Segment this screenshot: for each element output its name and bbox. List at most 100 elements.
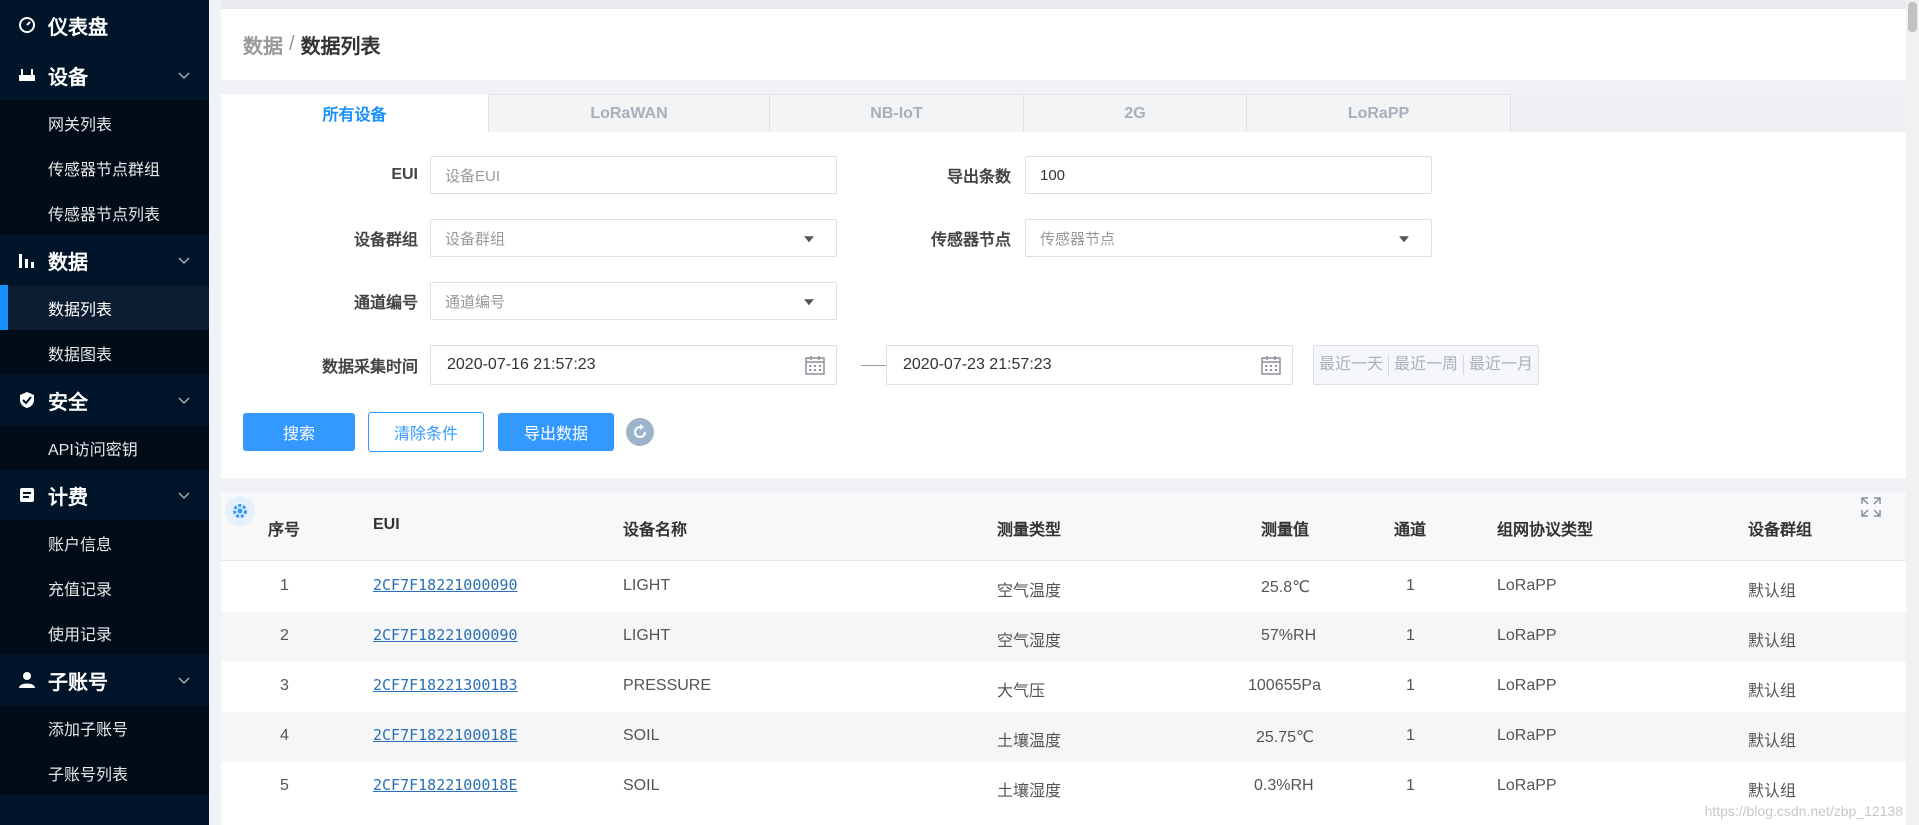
sidebar-group-billing[interactable]: 计费 [0, 470, 209, 520]
column-settings-button[interactable] [225, 496, 255, 526]
sidebar-item-sensor-list[interactable]: 传感器节点列表 [0, 190, 209, 235]
sensor-node-select[interactable]: 传感器节点 [1025, 219, 1432, 257]
cell-device-group: 默认组 [1748, 633, 1797, 650]
sidebar-item-subaccount-list[interactable]: 子账号列表 [0, 750, 209, 795]
page-scrollbar[interactable] [1906, 0, 1919, 825]
sidebar-item-api-key[interactable]: API访问密钥 [0, 425, 209, 470]
cell-measure-type: 大气压 [997, 683, 1046, 700]
export-button[interactable]: 导出数据 [498, 413, 614, 451]
tab-lorawan[interactable]: LoRaWAN [489, 94, 770, 132]
dashboard-icon [18, 16, 36, 34]
scrollbar-thumb[interactable] [1908, 2, 1917, 32]
cell-device-name: LIGHT [623, 627, 671, 644]
chevron-down-icon [178, 397, 190, 405]
start-time-input[interactable]: 2020-07-16 21:57:23 [430, 345, 837, 385]
col-header-device-name: 设备名称 [623, 522, 688, 539]
quick-last-month[interactable]: 最近一月 [1464, 355, 1538, 375]
search-button[interactable]: 搜索 [243, 413, 355, 451]
cell-channel: 1 [1406, 727, 1415, 744]
cell-index: 5 [280, 777, 289, 794]
cell-measure-type: 空气湿度 [997, 633, 1062, 650]
sidebar-item-sensor-group[interactable]: 传感器节点群组 [0, 145, 209, 190]
sidebar-item-dashboard[interactable]: 仪表盘 [0, 0, 209, 50]
sidebar-group-label: 计费 [48, 486, 88, 509]
fullscreen-icon[interactable] [1860, 496, 1882, 518]
cell-index: 2 [280, 627, 289, 644]
cell-device-name: LIGHT [623, 577, 671, 594]
sidebar-item-gateway-list[interactable]: 网关列表 [0, 100, 209, 145]
eui-input[interactable]: 设备EUI [430, 156, 837, 194]
table-row: 2 2CF7F18221000090 LIGHT 空气湿度 57%RH 1 Lo… [221, 612, 1906, 662]
breadcrumb-parent[interactable]: 数据 [243, 30, 283, 59]
eui-link[interactable]: 2CF7F182213001B3 [373, 676, 518, 694]
channel-value: 通道编号 [445, 293, 506, 311]
cell-protocol: LoRaPP [1497, 677, 1557, 694]
end-time-input[interactable]: 2020-07-23 21:57:23 [886, 345, 1293, 385]
tab-2g[interactable]: 2G [1024, 94, 1247, 132]
sidebar-item-add-subaccount[interactable]: 添加子账号 [0, 705, 209, 750]
breadcrumb-separator: / [289, 33, 295, 55]
table-row: 3 2CF7F182213001B3 PRESSURE 大气压 100655Pa… [221, 662, 1906, 712]
device-group-value: 设备群组 [445, 230, 506, 248]
sensor-node-label: 传感器节点 [930, 232, 1011, 249]
sidebar-group-subaccount[interactable]: 子账号 [0, 655, 209, 705]
cell-eui: 2CF7F18221000090 [373, 576, 518, 595]
sidebar-group-label: 子账号 [48, 671, 108, 694]
billing-icon [18, 486, 36, 504]
sidebar-item-recharge-record[interactable]: 充值记录 [0, 565, 209, 610]
sidebar: 仪表盘 设备 网关列表 传感器节点群组 传感器节点列表 数据 数据列表 数据图表… [0, 0, 209, 825]
clear-button[interactable]: 清除条件 [368, 412, 484, 452]
eui-link[interactable]: 2CF7F1822100018E [373, 776, 518, 794]
cell-index: 3 [280, 677, 289, 694]
sidebar-item-data-chart[interactable]: 数据图表 [0, 330, 209, 375]
tab-all-devices[interactable]: 所有设备 [221, 94, 489, 132]
quick-range-group: 最近一天 最近一周 最近一月 [1313, 345, 1540, 385]
eui-link[interactable]: 2CF7F1822100018E [373, 726, 518, 744]
eui-link[interactable]: 2CF7F18221000090 [373, 626, 518, 644]
col-header-measure-type: 测量类型 [997, 522, 1062, 539]
table-row: 4 2CF7F1822100018E SOIL 土壤温度 25.75℃ 1 Lo… [221, 712, 1906, 762]
calendar-icon [805, 356, 825, 375]
start-time-value: 2020-07-16 21:57:23 [447, 356, 596, 373]
cell-channel: 1 [1406, 677, 1415, 694]
table-row: 1 2CF7F18221000090 LIGHT 空气温度 25.8℃ 1 Lo… [221, 562, 1906, 612]
cell-measure-type: 土壤湿度 [997, 783, 1062, 800]
eui-link[interactable]: 2CF7F18221000090 [373, 576, 518, 594]
sidebar-item-account-info[interactable]: 账户信息 [0, 520, 209, 565]
sidebar-item-data-list[interactable]: 数据列表 [0, 285, 209, 330]
quick-last-day[interactable]: 最近一天 [1314, 355, 1390, 375]
cell-measure-value: 0.3%RH [1254, 777, 1314, 794]
cell-channel: 1 [1406, 777, 1415, 794]
cell-measure-value: 100655Pa [1248, 677, 1321, 694]
channel-select[interactable]: 通道编号 [430, 282, 837, 320]
end-time-value: 2020-07-23 21:57:23 [903, 356, 1052, 373]
sidebar-item-usage-record[interactable]: 使用记录 [0, 610, 209, 655]
cell-protocol: LoRaPP [1497, 627, 1557, 644]
cell-device-group: 默认组 [1748, 733, 1797, 750]
export-count-label: 导出条数 [946, 169, 1011, 186]
sidebar-group-data[interactable]: 数据 [0, 235, 209, 285]
watermark: https://blog.csdn.net/zbp_12138 [1704, 803, 1903, 819]
cell-device-name: PRESSURE [623, 677, 712, 694]
export-count-input[interactable]: 100 [1025, 156, 1432, 194]
table-row: 5 2CF7F1822100018E SOIL 土壤湿度 0.3%RH 1 Lo… [221, 762, 1906, 812]
breadcrumb: 数据 / 数据列表 [221, 9, 1906, 80]
caret-down-icon [804, 299, 814, 306]
cell-measure-type: 空气温度 [997, 583, 1062, 600]
refresh-button[interactable] [626, 418, 654, 446]
sidebar-group-device[interactable]: 设备 [0, 50, 209, 100]
cell-device-group: 默认组 [1748, 683, 1797, 700]
chevron-down-icon [178, 492, 190, 500]
device-group-select[interactable]: 设备群组 [430, 219, 837, 257]
sidebar-group-security[interactable]: 安全 [0, 375, 209, 425]
cell-protocol: LoRaPP [1497, 777, 1557, 794]
sidebar-item-label: 仪表盘 [48, 16, 108, 39]
col-header-index: 序号 [268, 522, 301, 539]
table-header: 序号 EUI 设备名称 测量类型 测量值 通道 组网协议类型 设备群组 [221, 492, 1906, 561]
sidebar-group-label: 设备 [48, 66, 88, 89]
cell-protocol: LoRaPP [1497, 577, 1557, 594]
tab-lorapp[interactable]: LoRaPP [1247, 94, 1511, 132]
col-header-measure-value: 测量值 [1261, 522, 1310, 539]
quick-last-week[interactable]: 最近一周 [1389, 355, 1465, 375]
tab-nbiot[interactable]: NB-IoT [770, 94, 1024, 132]
